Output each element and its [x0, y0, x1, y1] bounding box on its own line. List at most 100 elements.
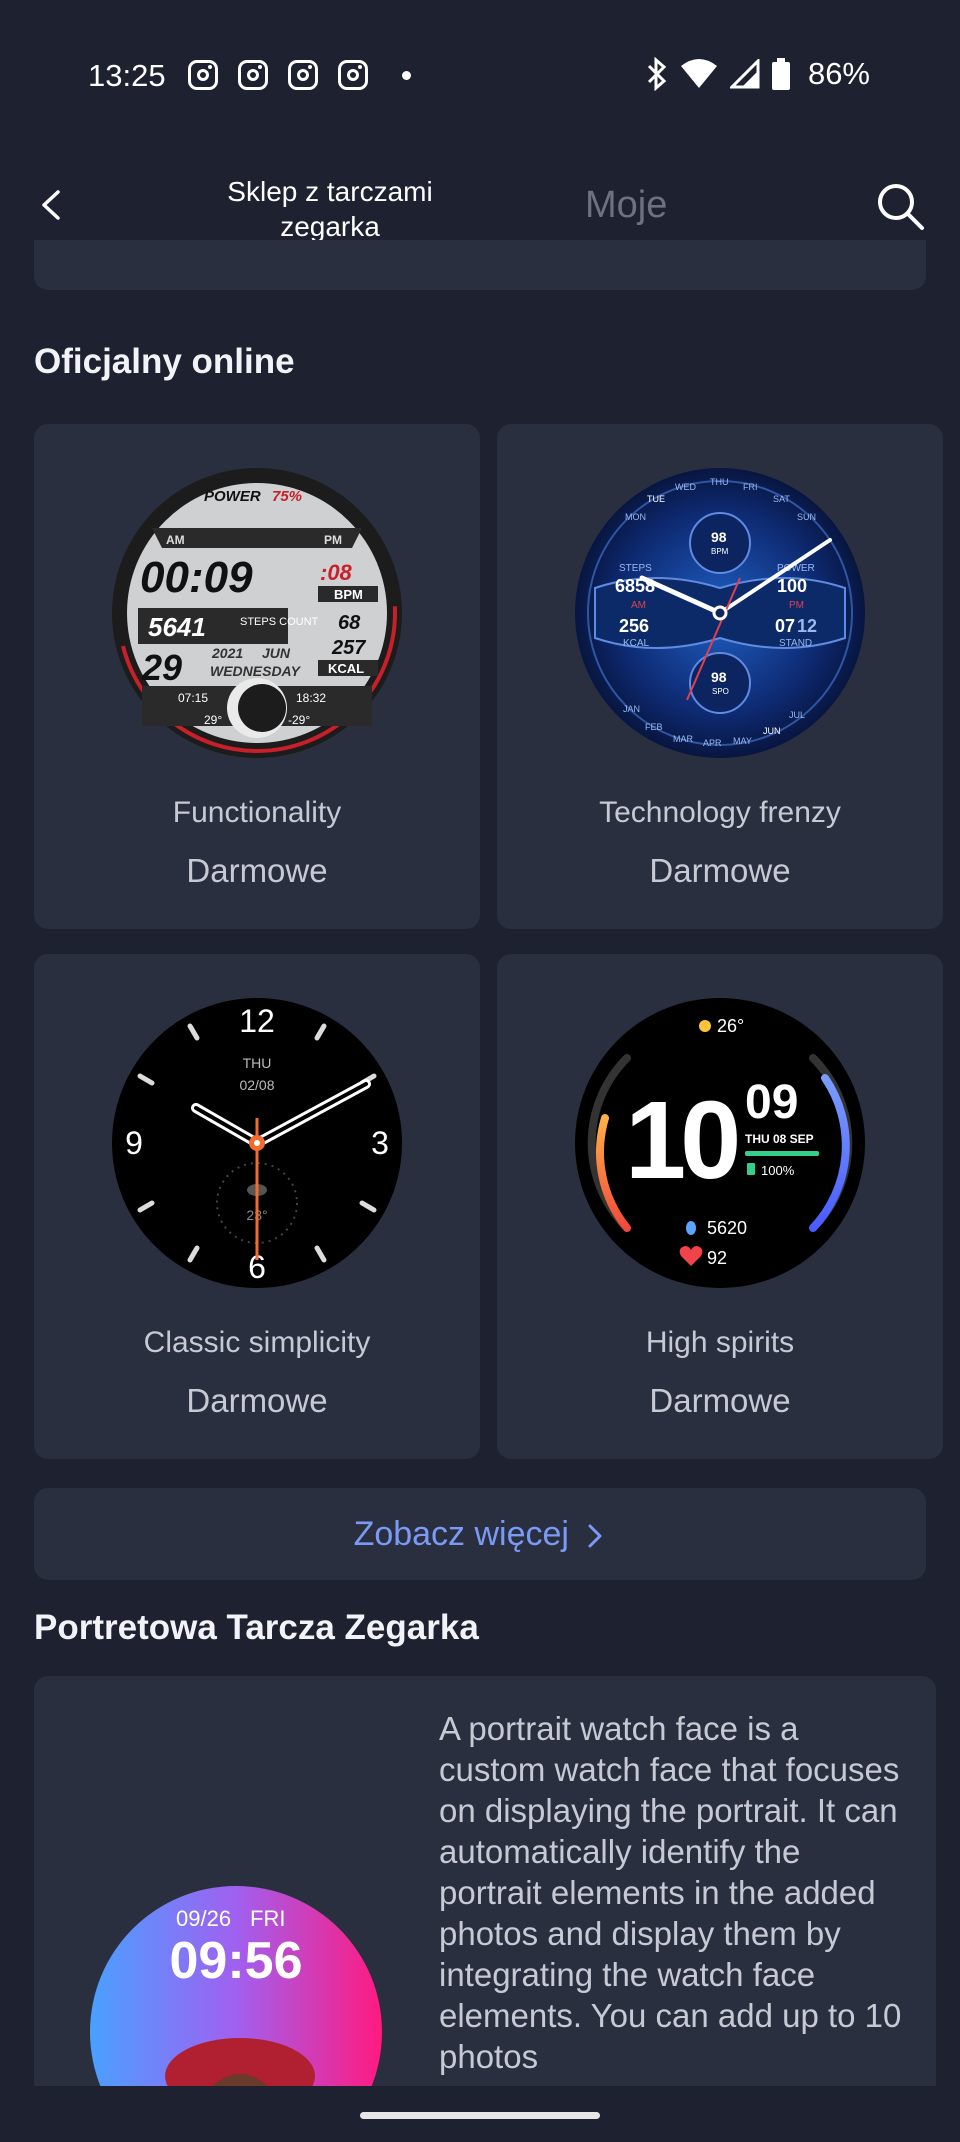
instagram-icon [288, 60, 318, 90]
watch-face-card-high-spirits[interactable]: 26° 10 09 THU 08 SEP 100% 5620 92 High s… [497, 954, 943, 1459]
face-text: BPM [711, 547, 729, 556]
watch-face-card-technology-frenzy[interactable]: MON TUE WED THU FRI SAT SUN JAN FEB MAR … [497, 424, 943, 929]
battery-percentage: 86% [807, 56, 870, 91]
watch-face-price: Darmowe [186, 852, 328, 889]
face-text: 9 [125, 1125, 143, 1161]
face-text: JAN [623, 704, 640, 714]
home-indicator[interactable] [360, 2112, 600, 2119]
face-text: 29 [141, 647, 182, 688]
face-text: 09 [745, 1076, 798, 1129]
face-text: THU 08 SEP [745, 1132, 814, 1146]
tab-watch-face-shop[interactable]: Sklep z tarczami zegarka [200, 174, 460, 244]
watch-face-store-screen: 13:25 86% Sklep z tarczami zegarka Moje … [0, 0, 960, 2142]
watch-face-name: Functionality [172, 796, 342, 829]
face-text: FEB [645, 722, 663, 732]
face-text: 3 [371, 1125, 389, 1161]
section-title-official: Oficjalny online [34, 342, 295, 381]
instagram-icon [338, 60, 368, 90]
face-text: 2021 [211, 645, 243, 661]
face-text: 100 [777, 576, 807, 596]
face-text: 09/26 [176, 1906, 231, 1931]
face-text: WED [675, 482, 696, 492]
search-icon[interactable] [874, 180, 926, 232]
face-text: 98 [711, 669, 727, 685]
face-text: SAT [773, 494, 790, 504]
face-text: POWER [204, 488, 261, 505]
chevron-right-icon [588, 1524, 602, 1548]
face-text: MAY [733, 736, 752, 746]
face-text: 00:09 [140, 553, 253, 602]
watch-face-preview-functionality: POWER 75% AM PM 00:09 :08 BPM 5641 STEPS… [112, 468, 402, 758]
see-more-label: Zobacz więcej [353, 1515, 569, 1553]
system-icons: 86% [646, 56, 870, 92]
tab-mine[interactable]: Moje [585, 184, 667, 227]
face-text: THU [243, 1055, 272, 1071]
previous-banner-card [34, 240, 926, 290]
face-text: FRI [743, 482, 758, 492]
face-text: AM [631, 600, 646, 611]
portrait-watch-face-preview: 09/26 FRI 09:56 [90, 1886, 382, 2086]
face-text: 92 [707, 1248, 727, 1268]
face-text: AM [166, 533, 185, 547]
face-text: KCAL [328, 661, 364, 676]
battery-fill [745, 1151, 819, 1156]
face-text: 02/08 [239, 1077, 274, 1093]
face-text: BPM [334, 587, 363, 602]
battery-icon [771, 58, 790, 90]
watch-face-preview-high-spirits: 26° 10 09 THU 08 SEP 100% 5620 92 [575, 998, 865, 1288]
face-text: SUN [797, 512, 816, 522]
status-time: 13:25 [88, 58, 166, 93]
face-text: 26° [717, 1016, 744, 1036]
face-text: 18:32 [296, 691, 326, 705]
face-text: -29° [288, 713, 310, 727]
watch-face-name: Classic simplicity [143, 1326, 371, 1359]
instagram-icon [188, 60, 218, 90]
face-text: PM [324, 533, 342, 547]
face-text: 12 [239, 1003, 275, 1039]
portrait-watch-face-card[interactable]: 09/26 FRI 09:56 A portrait watch face is… [34, 1676, 936, 2086]
face-text: JUL [789, 710, 805, 720]
see-more-button[interactable]: Zobacz więcej [34, 1488, 926, 1580]
section-title-portrait: Portretowa Tarcza Zegarka [34, 1608, 479, 1647]
watch-face-price: Darmowe [649, 852, 791, 889]
watch-face-preview-classic-simplicity: 12 3 6 9 THU 02/08 23° [112, 998, 402, 1288]
watch-face-card-functionality[interactable]: POWER 75% AM PM 00:09 :08 BPM 5641 STEPS… [34, 424, 480, 929]
face-text: 07:15 [178, 691, 208, 705]
watch-face-name: High spirits [645, 1326, 795, 1359]
face-text: STAND [779, 638, 812, 649]
face-text: 5641 [148, 612, 206, 642]
dot-icon [402, 70, 411, 80]
face-text: 100% [761, 1163, 795, 1178]
face-text: THU [710, 477, 729, 487]
face-text: MAR [673, 734, 694, 744]
face-text: JUN [262, 645, 291, 661]
face-text: PM [789, 600, 804, 611]
face-text: TUE [647, 494, 665, 504]
face-text: 07 [775, 616, 795, 636]
face-text: 256 [619, 616, 649, 636]
face-text: 29° [204, 713, 222, 727]
face-text: WEDNESDAY [210, 663, 302, 679]
face-text: 09:56 [170, 1932, 303, 1990]
instagram-icon [238, 60, 268, 90]
back-chevron-icon[interactable] [28, 180, 78, 230]
face-text: KCAL [623, 638, 650, 649]
portrait-description: A portrait watch face is a custom watch … [439, 1710, 902, 2075]
face-text: STEPS [619, 563, 652, 574]
face-text: 98 [711, 529, 727, 545]
watch-face-price: Darmowe [186, 1382, 328, 1419]
face-text: JUN [763, 726, 781, 736]
watch-face-name: Technology frenzy [599, 796, 841, 829]
face-text: 10 [625, 1079, 737, 1202]
face-text: FRI [250, 1906, 285, 1931]
notification-icons [188, 60, 411, 90]
face-text: STEPS COUNT [240, 616, 319, 628]
face-text: 5620 [707, 1218, 747, 1238]
face-text: 68 [338, 612, 361, 634]
wifi-icon [680, 59, 717, 88]
face-text: 257 [331, 637, 366, 659]
face-text: 12 [797, 616, 817, 636]
watch-face-card-classic-simplicity[interactable]: 12 3 6 9 THU 02/08 23° Classic simplicit… [34, 954, 480, 1459]
face-text: :08 [320, 560, 353, 585]
face-text: SPO [712, 687, 729, 696]
